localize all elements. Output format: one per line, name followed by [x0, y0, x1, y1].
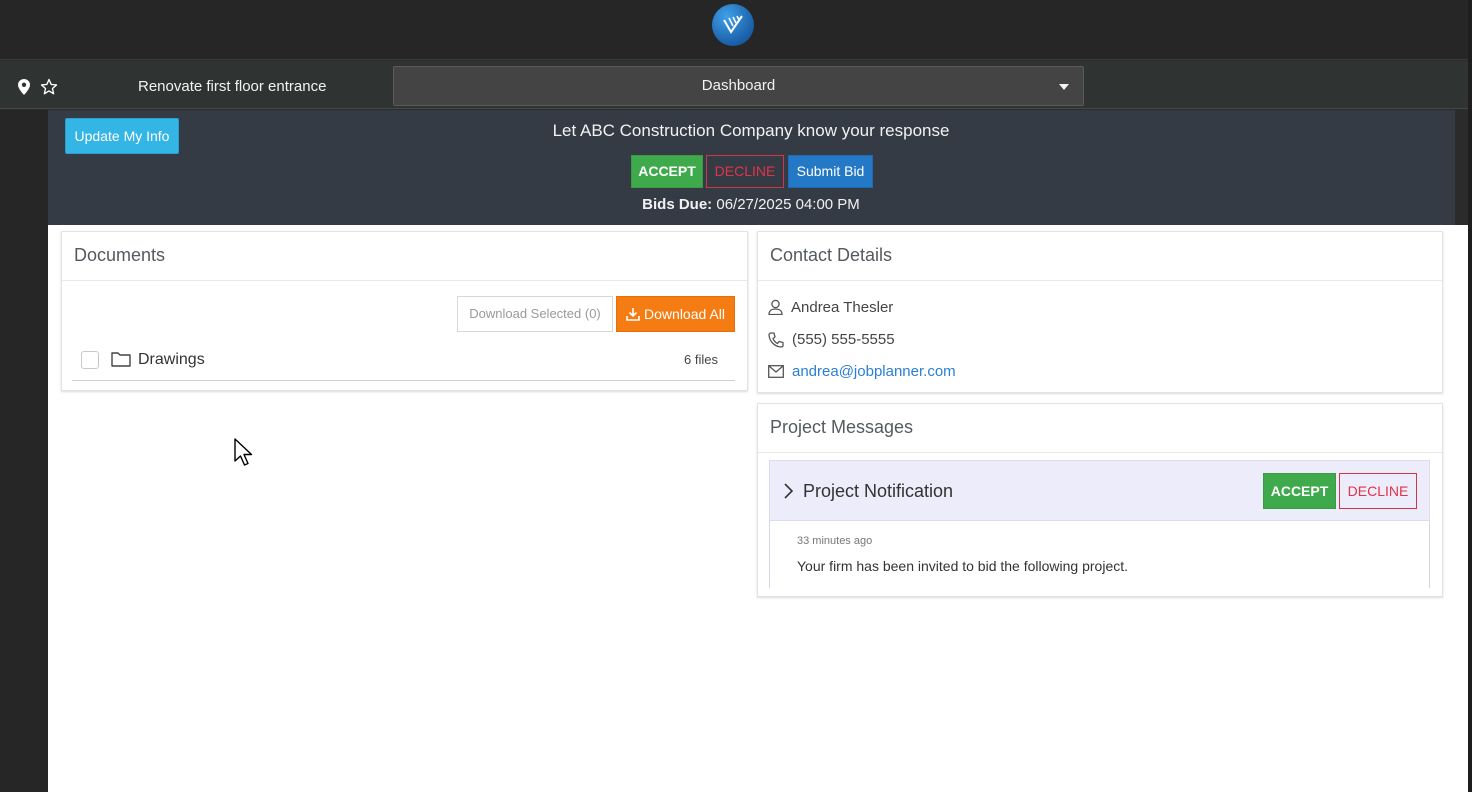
message-accept-button[interactable]: ACCEPT — [1263, 473, 1336, 509]
app-logo[interactable] — [712, 4, 754, 46]
folder-icon — [111, 351, 131, 372]
decline-button[interactable]: DECLINE — [706, 155, 784, 188]
message-title[interactable]: Project Notification — [803, 481, 953, 502]
download-icon — [626, 308, 640, 321]
message-decline-button[interactable]: DECLINE — [1339, 473, 1417, 509]
message-body: Your firm has been invited to bid the fo… — [797, 558, 1129, 574]
card-divider — [758, 280, 1442, 281]
card-divider — [62, 280, 747, 281]
contact-title: Contact Details — [770, 245, 893, 265]
bids-due: Bids Due: 06/27/2025 04:00 PM — [0, 196, 1472, 213]
location-pin-icon[interactable] — [15, 78, 33, 96]
documents-title: Documents — [74, 245, 166, 265]
contact-phone: (555) 555-5555 — [792, 331, 895, 348]
download-all-label: Download All — [644, 306, 725, 322]
row-divider — [72, 380, 735, 381]
mouse-cursor-icon — [234, 438, 256, 473]
logo-mark-icon — [723, 15, 743, 34]
window-edge — [1468, 0, 1472, 792]
star-icon[interactable] — [40, 78, 58, 96]
card-divider — [758, 452, 1442, 453]
download-selected-button[interactable]: Download Selected (0) — [457, 296, 613, 332]
message-time: 33 minutes ago — [797, 535, 873, 547]
folder-name[interactable]: Drawings — [138, 351, 205, 369]
contact-email-link[interactable]: andrea@jobplanner.com — [792, 363, 956, 380]
file-count: 6 files — [684, 352, 718, 367]
view-select-value: Dashboard — [701, 77, 776, 94]
envelope-icon — [768, 365, 784, 383]
phone-icon — [768, 332, 784, 353]
banner-title: Let ABC Construction Company know your r… — [552, 121, 950, 140]
contact-name: Andrea Thesler — [791, 299, 894, 316]
view-select[interactable]: Dashboard — [393, 66, 1084, 106]
folder-checkbox[interactable] — [81, 351, 99, 369]
bids-due-label: Bids Due: — [642, 196, 713, 213]
chevron-right-icon[interactable] — [782, 483, 794, 504]
submit-bid-button[interactable]: Submit Bid — [788, 155, 873, 188]
accept-button[interactable]: ACCEPT — [631, 155, 703, 188]
caret-down-icon — [1059, 84, 1069, 90]
download-all-button[interactable]: Download All — [616, 296, 735, 332]
person-icon — [768, 299, 783, 320]
project-name: Renovate first floor entrance — [138, 78, 327, 95]
messages-title: Project Messages — [770, 417, 914, 437]
bids-due-value: 06/27/2025 04:00 PM — [716, 196, 860, 213]
